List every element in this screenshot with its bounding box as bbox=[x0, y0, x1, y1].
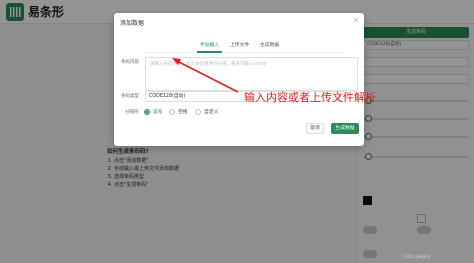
radio-label: 空格 bbox=[178, 110, 188, 115]
separator-radio-space[interactable]: 空格 bbox=[169, 108, 188, 115]
cancel-button[interactable]: 取消 bbox=[306, 123, 324, 134]
tab-manual-input[interactable]: 手动输入 bbox=[200, 41, 219, 51]
type-field-label: 条码类型 bbox=[121, 94, 139, 99]
annotation-text: 输入内容或者上传文件解析 bbox=[244, 91, 376, 104]
generate-data-button[interactable]: 生成数据 bbox=[331, 123, 359, 134]
radio-label: 自定义 bbox=[204, 110, 219, 115]
tab-upload-file[interactable]: 上传文件 bbox=[230, 41, 249, 51]
active-tab-indicator bbox=[197, 51, 222, 53]
add-data-dialog: 添加数据 × 手动输入 上传文件 生成数据 条码内容 请输入条码内容，多个条码用… bbox=[114, 13, 364, 146]
tab-generate-data[interactable]: 生成数据 bbox=[260, 41, 279, 51]
radio-icon bbox=[195, 108, 201, 115]
dialog-title: 添加数据 bbox=[120, 20, 145, 27]
type-select-value: CODE128(自动) bbox=[149, 94, 186, 99]
separator-radio-comma[interactable]: 逗号 bbox=[144, 108, 163, 115]
close-icon[interactable]: × bbox=[353, 16, 359, 24]
content-field-label: 条码内容 bbox=[121, 60, 139, 65]
watermark: CSDN @易条形 bbox=[402, 254, 431, 259]
tabs-divider bbox=[144, 52, 344, 53]
content-placeholder: 请输入条码内容，多个条码用换行分隔，最多可输入100条 bbox=[150, 62, 267, 67]
separator-radio-custom[interactable]: 自定义 bbox=[195, 108, 218, 115]
barcode-content-textarea[interactable]: 请输入条码内容，多个条码用换行分隔，最多可输入100条 bbox=[145, 57, 358, 91]
separator-label: 分隔符 bbox=[125, 110, 139, 115]
dialog-tabs: 手动输入 上传文件 生成数据 bbox=[114, 41, 364, 53]
radio-icon bbox=[169, 108, 175, 115]
radio-label: 逗号 bbox=[153, 110, 163, 115]
radio-selected-icon bbox=[144, 108, 150, 115]
